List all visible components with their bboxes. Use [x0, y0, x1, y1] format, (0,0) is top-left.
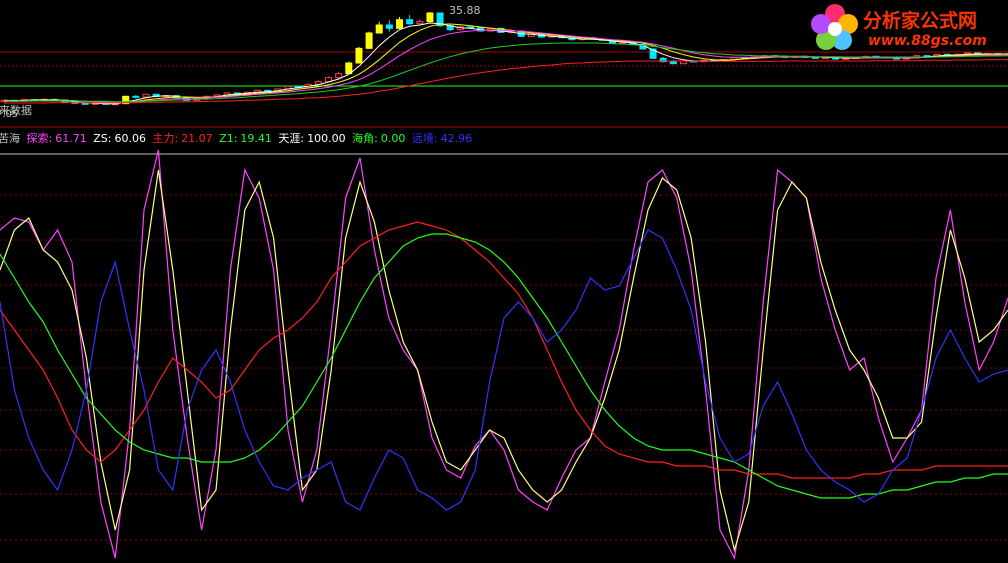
indicator-legend: 苦海 探索: 61.71 ZS: 60.06 主力: 21.07 Z1: 19.41 天…	[0, 130, 475, 145]
candle-body	[355, 47, 363, 64]
legend-label-zhuli: 主力:	[152, 132, 179, 145]
low-price-label: 7.05	[0, 109, 19, 120]
legend-label-yuanjing: 远境:	[411, 132, 438, 145]
oscillator-line-1	[0, 169, 1008, 553]
legend-value-zhuli: 21.07	[181, 132, 213, 145]
candle-body	[426, 12, 434, 23]
high-price-label: 35.88	[449, 4, 481, 17]
site-logo: 分析家公式网 www.88gs.com	[808, 2, 1008, 54]
chart-canvas	[0, 12, 1008, 560]
candle-body	[132, 95, 140, 98]
legend-label-zs: ZS:	[93, 132, 112, 145]
candle-body	[406, 19, 414, 25]
flower-logo-icon	[811, 4, 858, 50]
candle-body	[375, 24, 383, 34]
legend-label-tansuo: 探索:	[26, 132, 53, 145]
oscillator-line-3	[0, 233, 1008, 499]
oscillator-line-4	[0, 229, 1008, 511]
legend-value-z1: 19.41	[240, 132, 272, 145]
candle-body	[81, 102, 89, 105]
legend-label-kuhai: 苦海	[0, 132, 20, 145]
oscillator-line-0	[0, 149, 1008, 560]
legend-value-tianya: 100.00	[307, 132, 346, 145]
legend-label-haijiao: 海角:	[352, 132, 378, 145]
legend-value-yuanjing: 42.96	[440, 132, 473, 145]
logo-title: 分析家公式网	[863, 10, 978, 32]
candle-body	[385, 24, 393, 29]
candle-body	[669, 61, 677, 65]
legend-value-zs: 60.06	[114, 132, 146, 145]
legend-value-haijiao: 0.00	[380, 132, 406, 145]
oscillator-line-2	[0, 221, 1008, 479]
candle-body	[416, 21, 424, 25]
candle-body	[142, 93, 150, 98]
candle-body	[396, 19, 404, 29]
legend-label-z1: Z1:	[219, 132, 238, 145]
candle-body	[365, 32, 373, 49]
legend-value-tansuo: 61.71	[55, 132, 87, 145]
logo-url: www.88gs.com	[868, 33, 987, 49]
legend-label-tianya: 天涯:	[278, 132, 305, 145]
candle-body	[335, 73, 343, 79]
